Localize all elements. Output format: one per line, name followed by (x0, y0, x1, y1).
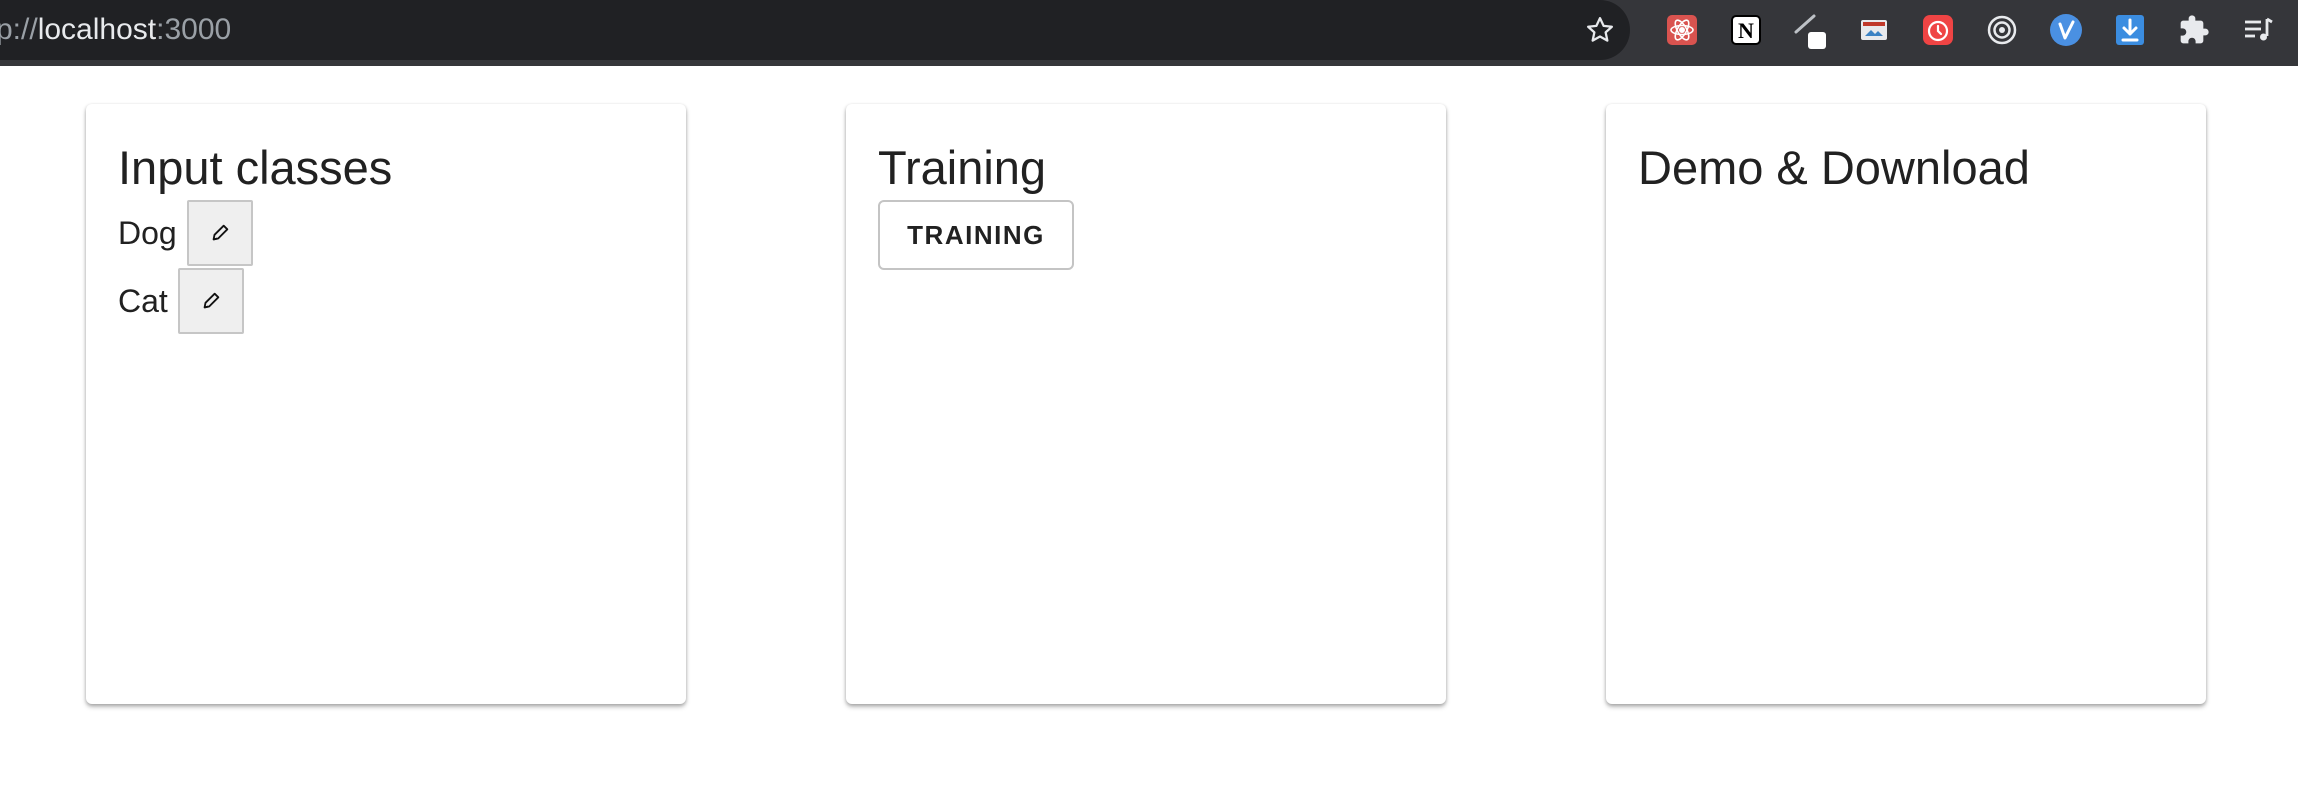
bookmark-star-icon[interactable] (1580, 12, 1620, 48)
puzzle-icon[interactable] (2176, 12, 2212, 48)
url-port: :3000 (156, 13, 232, 46)
edit-class-button[interactable] (177, 268, 244, 334)
card-title: Training (878, 141, 1047, 194)
svg-text:N: N (1738, 18, 1754, 43)
download-icon[interactable] (2112, 12, 2148, 48)
input-classes-card: Input classes Dog Cat (86, 104, 686, 704)
react-devtools-icon[interactable] (1664, 12, 1700, 48)
card-title: Input classes (118, 141, 393, 194)
class-name: Dog (118, 214, 177, 251)
browser-toolbar: p://localhost:3000 N (0, 0, 2298, 66)
url-host: localhost (37, 13, 157, 46)
url-prefix: p:// (0, 13, 38, 46)
training-card: Training TRAINING (846, 104, 1446, 704)
demo-download-card: Demo & Download (1606, 104, 2206, 704)
screen-capture-icon[interactable] (1856, 12, 1892, 48)
notion-icon[interactable]: N (1728, 12, 1764, 48)
pencil-icon (212, 224, 228, 241)
blue-circle-extension-icon[interactable] (2048, 12, 2084, 48)
class-row-dog: Dog (118, 200, 253, 266)
target-extension-icon[interactable] (1984, 12, 2020, 48)
clock-extension-icon[interactable] (1920, 12, 1956, 48)
card-title: Demo & Download (1638, 141, 2030, 194)
pen-extension-icon[interactable] (1792, 12, 1828, 49)
class-row-cat: Cat (118, 268, 244, 334)
pencil-icon (203, 292, 220, 309)
edit-class-button[interactable] (186, 200, 253, 266)
address-bar[interactable]: p://localhost:3000 (0, 0, 1630, 60)
training-button[interactable]: TRAINING (878, 200, 1074, 270)
playlist-icon[interactable] (2240, 12, 2276, 48)
class-name: Cat (118, 282, 168, 319)
url-text: p://localhost:3000 (0, 12, 231, 48)
